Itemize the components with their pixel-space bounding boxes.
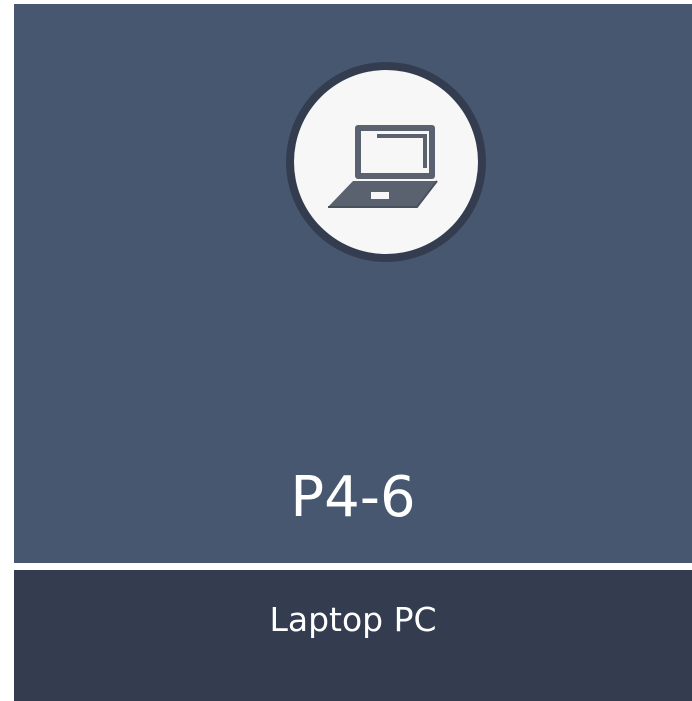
- tile-code: P4-6: [290, 465, 416, 530]
- tile-header-panel: P4-6: [14, 4, 692, 563]
- laptop-tile[interactable]: P4-6 Laptop PC: [14, 4, 692, 701]
- tile-footer-panel: Laptop PC: [14, 570, 692, 701]
- icon-badge: [286, 62, 486, 262]
- icon-badge-background: [294, 70, 478, 254]
- tile-label: Laptop PC: [269, 600, 437, 639]
- laptop-icon: [328, 125, 438, 208]
